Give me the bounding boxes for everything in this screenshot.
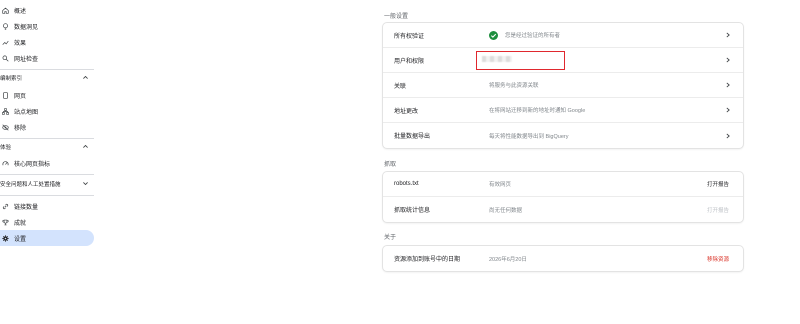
general-settings-title: 一般设置 <box>384 14 409 20</box>
sidebar-item-label: 核心网页指标 <box>14 161 51 168</box>
sidebar-item-label: 站点地图 <box>14 109 39 116</box>
chevron-right-icon <box>725 57 731 63</box>
link-icon <box>1 202 9 210</box>
gear-icon <box>1 234 9 242</box>
users-permissions-row[interactable]: 用户和权限 <box>383 48 743 73</box>
trending-up-icon <box>1 38 9 46</box>
pages-icon <box>1 91 9 99</box>
chevron-up-icon <box>82 74 90 82</box>
highlight-box <box>476 51 565 70</box>
row-label: 所有权验证 <box>394 33 425 40</box>
property-added-row: 资源添加到账号中的日期 2026年6月20日 移除资源 <box>383 246 743 271</box>
about-card: 资源添加到账号中的日期 2026年6月20日 移除资源 <box>383 246 743 271</box>
row-label: 地址更改 <box>394 108 419 115</box>
row-value: 每天将性能数据导出到 BigQuery <box>489 133 569 140</box>
robots-txt-row[interactable]: robots.txt 有效网页 打开报告 <box>383 172 743 197</box>
sidebar-divider <box>0 195 94 196</box>
chevron-right-icon <box>725 32 731 38</box>
chevron-up-icon <box>82 143 90 151</box>
sidebar-item-settings[interactable]: 设置 <box>0 230 94 246</box>
about-title: 关于 <box>384 235 397 241</box>
sidebar-item-label: 概述 <box>14 8 27 15</box>
row-label: 关联 <box>394 83 407 90</box>
trophy-icon <box>1 218 9 226</box>
sidebar-item-label: 设置 <box>14 236 27 243</box>
sidebar-item-achievements[interactable]: 成就 <box>0 214 94 230</box>
row-value: 2026年6月20日 <box>489 256 527 263</box>
open-report-button[interactable]: 打开报告 <box>707 180 729 188</box>
search-icon <box>1 54 9 62</box>
sidebar-item-label: 效果 <box>14 40 27 47</box>
speed-icon <box>1 159 9 167</box>
section-title: 安全问题和人工处置措施 <box>0 182 61 188</box>
check-circle-icon <box>489 30 498 40</box>
sidebar-item-core-web-vitals[interactable]: 核心网页指标 <box>0 155 94 171</box>
sidebar-divider <box>0 69 94 70</box>
visibility-off-icon <box>1 123 9 131</box>
sidebar-item-pages[interactable]: 网页 <box>0 87 94 103</box>
ownership-verification-row[interactable]: 所有权验证 您是经过验证的所有者 <box>383 23 743 48</box>
sidebar-divider <box>0 174 94 175</box>
row-label: 资源添加到账号中的日期 <box>394 257 461 263</box>
sidebar-item-label: 成就 <box>14 220 27 227</box>
associations-row[interactable]: 关联 将服务与此资源关联 <box>383 73 743 98</box>
chevron-right-icon <box>725 82 731 88</box>
section-title: 体验 <box>0 145 12 151</box>
sidebar-item-label: 链接数量 <box>14 204 39 211</box>
lightbulb-icon <box>1 22 9 30</box>
sidebar-item-sitemaps[interactable]: 站点地图 <box>0 103 94 119</box>
crawling-card: robots.txt 有效网页 打开报告 抓取统计信息 尚无任何数据 打开报告 <box>383 172 743 222</box>
chevron-right-icon <box>725 133 731 139</box>
sidebar-item-label: 数据洞见 <box>14 24 39 31</box>
row-label: robots.txt <box>394 181 419 187</box>
row-value: 在将网站迁移到新的地址时通知 Google <box>489 108 586 114</box>
row-value: 尚无任何数据 <box>489 207 523 214</box>
row-value: 您是经过验证的所有者 <box>489 30 561 40</box>
sitemap-icon <box>1 107 9 115</box>
sidebar-item-label: 网页 <box>14 93 27 100</box>
sidebar-item-removals[interactable]: 移除 <box>0 119 94 135</box>
open-report-button-disabled: 打开报告 <box>706 207 729 214</box>
row-label: 用户和权限 <box>394 58 425 65</box>
row-label: 抓取统计信息 <box>394 208 431 214</box>
sidebar-item-performance[interactable]: 效果 <box>0 34 94 50</box>
home-icon <box>1 6 9 14</box>
chevron-down-icon <box>82 180 90 188</box>
sidebar-item-label: 网址检查 <box>14 56 39 63</box>
sidebar: 概述 数据洞见 效果 网址检查 编制索引 网页 站点地图 移除 体验 核心网页指… <box>0 0 100 324</box>
row-value: 将服务与此资源关联 <box>489 83 539 89</box>
sidebar-section-experience[interactable]: 体验 <box>0 140 94 154</box>
sidebar-item-label: 移除 <box>14 125 27 132</box>
chevron-right-icon <box>725 107 731 113</box>
row-value: 有效网页 <box>489 182 512 188</box>
sidebar-item-url-inspection[interactable]: 网址检查 <box>0 50 94 66</box>
row-label: 批量数据导出 <box>394 134 431 140</box>
sidebar-item-overview[interactable]: 概述 <box>0 2 94 18</box>
sidebar-section-indexing[interactable]: 编制索引 <box>0 71 94 85</box>
general-settings-card: 所有权验证 您是经过验证的所有者 用户和权限 关联 将服务与此资源关联 地址更改… <box>383 23 743 148</box>
section-title: 编制索引 <box>0 76 23 82</box>
sidebar-section-security[interactable]: 安全问题和人工处置措施 <box>0 177 94 191</box>
ownership-status-text: 您是经过验证的所有者 <box>505 33 561 39</box>
bulk-data-export-row[interactable]: 批量数据导出 每天将性能数据导出到 BigQuery <box>383 123 743 148</box>
change-of-address-row[interactable]: 地址更改 在将网站迁移到新的地址时通知 Google <box>383 98 743 123</box>
sidebar-divider <box>0 138 94 139</box>
sidebar-item-links[interactable]: 链接数量 <box>0 198 94 214</box>
crawl-stats-row[interactable]: 抓取统计信息 尚无任何数据 打开报告 <box>383 197 743 222</box>
crawling-title: 抓取 <box>384 162 397 168</box>
remove-property-button[interactable]: 移除资源 <box>707 255 729 263</box>
sidebar-item-insights[interactable]: 数据洞见 <box>0 18 94 34</box>
